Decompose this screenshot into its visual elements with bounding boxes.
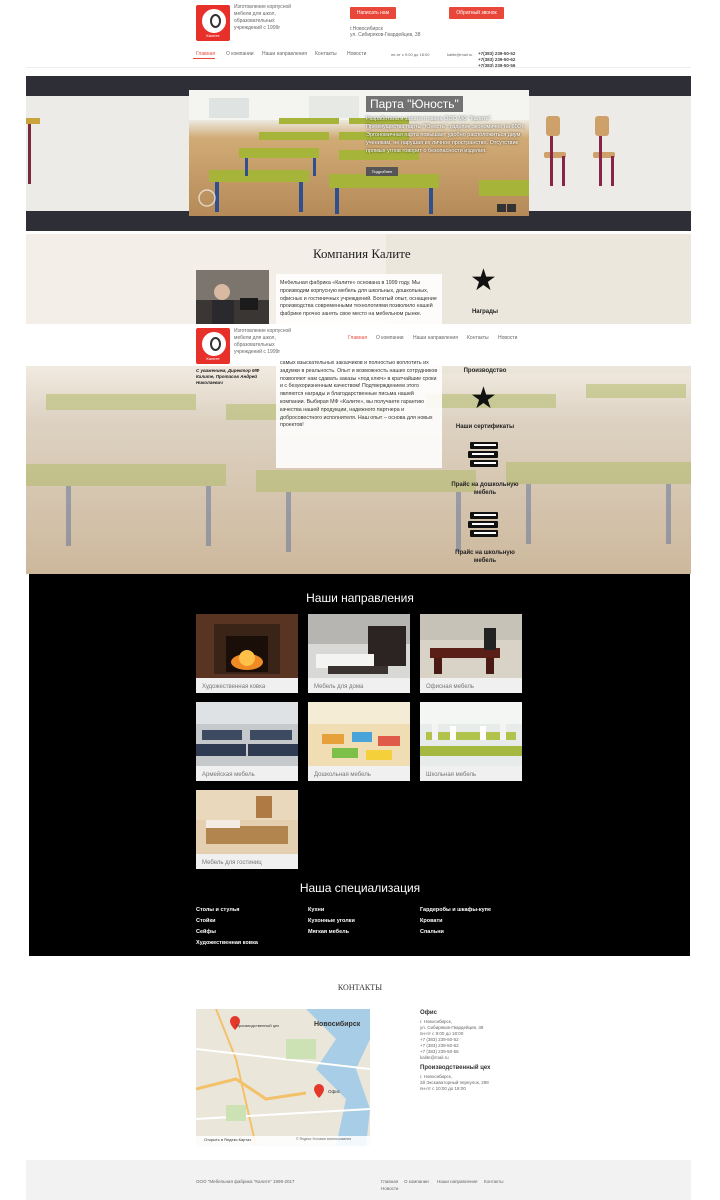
spec-item[interactable]: Мягкая мебель bbox=[308, 927, 355, 938]
map-open-link[interactable]: Открыть в Яндекс.Картах bbox=[204, 1137, 251, 1142]
sticky-tagline: Изготовление корпусной мебели для школ, … bbox=[234, 328, 292, 355]
nav-directions[interactable]: Наши направления bbox=[262, 51, 307, 57]
callback-button[interactable]: Обратный звонок bbox=[449, 7, 504, 19]
office-title: Офис bbox=[420, 1010, 437, 1016]
header-address: г.Новосибирск ул. Сибиряков-Гвардейцев, … bbox=[350, 26, 420, 38]
direction-tile-army[interactable]: Армейская мебель bbox=[196, 702, 298, 781]
direction-tile-hotel[interactable]: Мебель для гостиниц bbox=[196, 790, 298, 869]
office-block: Офис г. Новосибирск, ул. Сибиряков-Гвард… bbox=[420, 1010, 490, 1092]
prod-title: Производственный цех bbox=[420, 1065, 491, 1071]
company-text-top: Мебельная фабрика «Калите» основана в 19… bbox=[280, 280, 437, 318]
slide-more-button[interactable]: Подробнее bbox=[366, 167, 398, 176]
direction-tile-forging[interactable]: Художественная ковка bbox=[196, 614, 298, 693]
spec-item[interactable]: Стойки bbox=[196, 916, 258, 927]
spec-col-2: Кухни Кухонные уголки Мягкая мебель bbox=[308, 905, 355, 938]
spec-col-1: Столы и стулья Стойки Сейфы Художественн… bbox=[196, 905, 258, 949]
direction-label: Офисная мебель bbox=[426, 684, 475, 690]
direction-label: Мебель для гостиниц bbox=[202, 860, 262, 866]
spec-item[interactable]: Столы и стулья bbox=[196, 905, 258, 916]
header-tagline: Изготовление корпусной мебели для школ, … bbox=[234, 4, 292, 31]
sticky-logo-text: Калите bbox=[206, 356, 220, 361]
direction-label: Школьная мебель bbox=[426, 772, 477, 778]
nav-news[interactable]: Новости bbox=[347, 51, 366, 57]
director-photo bbox=[196, 270, 269, 324]
footer-copyright: ООО "Мебельная фабрика "Калите" 1999-201… bbox=[196, 1179, 295, 1184]
sticky-nav-contacts[interactable]: Контакты bbox=[467, 335, 489, 341]
header-divider bbox=[26, 67, 691, 68]
phone-3[interactable]: +7(383) 239-50-56 bbox=[478, 63, 515, 69]
direction-label: Армейская мебель bbox=[202, 772, 255, 778]
books-icon-2[interactable] bbox=[468, 510, 500, 538]
direction-label: Художественная ковка bbox=[202, 684, 266, 690]
logo-text: Калите bbox=[206, 33, 220, 38]
slider-arrows bbox=[497, 199, 519, 212]
awards-star-icon[interactable]: ★ bbox=[470, 266, 497, 296]
spec-item[interactable]: Гардеробы и шкафы-купе bbox=[420, 905, 491, 916]
spec-col-3: Гардеробы и шкафы-купе Кровати Спальни bbox=[420, 905, 491, 938]
sticky-logo[interactable]: Калите bbox=[196, 328, 230, 364]
left-chair-image bbox=[26, 118, 40, 184]
award-label-preschool-price[interactable]: Прайс на дошкольную мебель bbox=[450, 481, 520, 497]
spec-item[interactable]: Художественная ковка bbox=[196, 938, 258, 949]
header-email[interactable]: kalite@mail.ru bbox=[447, 52, 472, 57]
footer-link-news[interactable]: Новости bbox=[381, 1186, 398, 1191]
specialization-title: Наша специализация bbox=[299, 881, 421, 895]
nav-active-underline bbox=[193, 58, 215, 59]
directions-title: Наши направления bbox=[306, 591, 414, 605]
award-label-school-price[interactable]: Прайс на школьную мебель bbox=[450, 549, 520, 565]
header-hours: пн-пт с 9:00 до 18:00 bbox=[391, 52, 430, 57]
right-chairs-image bbox=[544, 116, 615, 186]
direction-tile-preschool[interactable]: Дошкольная мебель bbox=[308, 702, 410, 781]
map-city-label: Новосибирск bbox=[314, 1021, 361, 1028]
sticky-nav-directions[interactable]: Наши направления bbox=[413, 335, 458, 341]
nav-main[interactable]: Главная bbox=[196, 51, 215, 57]
map-label-prod: Производственный цех bbox=[236, 1023, 280, 1028]
certificates-star-icon[interactable]: ★ bbox=[470, 384, 497, 414]
prod-line: пн-пт с 10:00 до 18:00 bbox=[420, 1086, 466, 1091]
slide-text: Разработана и запатентована ООО МФ "Кали… bbox=[366, 116, 526, 154]
contacts-title: КОНТАКТЫ bbox=[337, 983, 383, 992]
direction-label: Мебель для дома bbox=[314, 684, 364, 690]
spec-item[interactable]: Кухни bbox=[308, 905, 355, 916]
direction-label: Дошкольная мебель bbox=[314, 772, 371, 778]
footer-link-main[interactable]: Главная bbox=[381, 1179, 398, 1184]
sticky-nav-main[interactable]: Главная bbox=[348, 335, 367, 341]
award-label-certificates[interactable]: Наши сертификаты bbox=[450, 423, 520, 431]
map-label-office: Офис bbox=[328, 1089, 340, 1094]
spec-item[interactable]: Спальни bbox=[420, 927, 491, 938]
company-text-bottom: самых взыскательных заказчиков и полност… bbox=[280, 360, 438, 429]
nav-contacts[interactable]: Контакты bbox=[315, 51, 337, 57]
logo-q-icon bbox=[202, 9, 226, 33]
sticky-nav-news[interactable]: Новости bbox=[498, 335, 517, 341]
spec-item[interactable]: Кровати bbox=[420, 916, 491, 927]
nav-about[interactable]: О компании bbox=[226, 51, 254, 57]
footer-link-about[interactable]: О компании bbox=[404, 1179, 429, 1184]
direction-tile-home[interactable]: Мебель для дома bbox=[308, 614, 410, 693]
sticky-logo-q-icon bbox=[202, 332, 226, 356]
footer-link-directions[interactable]: Наши направления bbox=[437, 1179, 477, 1184]
footer bbox=[26, 1160, 691, 1200]
slider-prev-button[interactable] bbox=[497, 204, 506, 212]
footer-link-contacts[interactable]: Контакты bbox=[484, 1179, 503, 1184]
direction-tile-office[interactable]: Офисная мебель bbox=[420, 614, 522, 693]
director-signature: С уважением, Директор МФ Калите, Протасо… bbox=[196, 368, 260, 385]
slide-title: Парта "Юность" bbox=[366, 96, 463, 112]
spec-item[interactable]: Сейфы bbox=[196, 927, 258, 938]
books-icon[interactable] bbox=[468, 440, 500, 468]
direction-tile-school[interactable]: Школьная мебель bbox=[420, 702, 522, 781]
award-label-awards[interactable]: Награды bbox=[450, 308, 520, 316]
sticky-nav-about[interactable]: О компании bbox=[376, 335, 404, 341]
write-us-button[interactable]: Написать нам bbox=[350, 7, 396, 19]
company-title: Компания Калите bbox=[313, 246, 411, 261]
map-terms[interactable]: © Яндекс Условия использования bbox=[296, 1137, 351, 1141]
logo[interactable]: Калите bbox=[196, 5, 230, 41]
slider-next-button[interactable] bbox=[507, 204, 516, 212]
header-street: ул. Сибиряков-Гвардейцев, 38 bbox=[350, 32, 421, 38]
spec-item[interactable]: Кухонные уголки bbox=[308, 916, 355, 927]
yandex-map[interactable]: Производственный цех Новосибирск Офис От… bbox=[196, 1009, 370, 1146]
award-label-production[interactable]: Производство bbox=[450, 367, 520, 375]
